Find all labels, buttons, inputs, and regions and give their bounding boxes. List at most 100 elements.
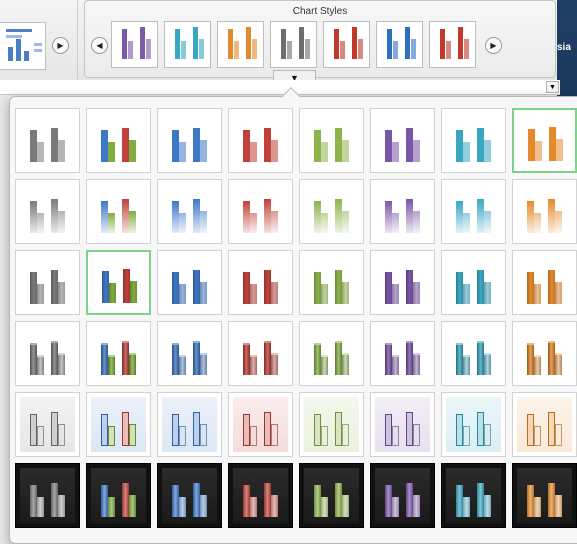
chart-style-red-shaded[interactable]: [228, 250, 293, 315]
chart-style-purple-outlined[interactable]: [370, 392, 435, 457]
styles-scroll-left-button[interactable]: ◀: [91, 37, 108, 54]
thumbnail-plot: [92, 256, 145, 309]
chart-style-red-dark[interactable]: [228, 463, 293, 528]
chart-style-blue-shaded[interactable]: [157, 250, 222, 315]
thumbnail-bar: [549, 127, 556, 161]
thumbnail-plot: [375, 184, 430, 239]
chart-style-gray-dark[interactable]: [15, 463, 80, 528]
chart-style-orange-flat[interactable]: [512, 108, 577, 173]
sheet-text-fragment: sia: [557, 42, 571, 53]
thumbnail-plot: [91, 326, 146, 381]
chart-style-multi-dark[interactable]: [86, 463, 151, 528]
chart-style-preview[interactable]: [429, 21, 476, 68]
chart-style-purple-shaded[interactable]: [370, 250, 435, 315]
formula-bar-dropdown[interactable]: ▼: [546, 81, 559, 93]
chart-style-orange-shaded[interactable]: [512, 250, 577, 315]
chart-style-teal-faded[interactable]: [441, 179, 506, 244]
thumbnail-bar: [264, 128, 271, 162]
chart-style-orange-3d[interactable]: [512, 321, 577, 386]
chart-style-blue-outlined[interactable]: [157, 392, 222, 457]
chart-style-green-faded[interactable]: [299, 179, 364, 244]
chart-style-gray-outlined[interactable]: [15, 392, 80, 457]
thumbnail-bar: [456, 201, 463, 233]
thumbnail-bar: [385, 343, 392, 375]
chart-style-teal-dark[interactable]: [441, 463, 506, 528]
chart-style-preview[interactable]: [217, 21, 264, 68]
chart-style-green-3d[interactable]: [299, 321, 364, 386]
thumbnail-bar: [58, 353, 65, 375]
chart-style-blue-flat[interactable]: [157, 108, 222, 173]
thumbnail-bar: [264, 341, 271, 375]
layouts-scroll-right-button[interactable]: ▶: [52, 37, 69, 54]
thumbnail-bar: [243, 130, 250, 162]
chart-style-multi-3d[interactable]: [86, 321, 151, 386]
chart-style-multi-shaded[interactable]: [86, 250, 151, 315]
thumbnail-bar: [264, 483, 271, 517]
thumbnail-bar: [406, 341, 413, 375]
thumbnail-bar: [484, 495, 491, 517]
thumbnail-plot: [162, 326, 217, 381]
chart-style-multi-faded[interactable]: [86, 179, 151, 244]
thumbnail-bar: [440, 29, 445, 59]
chart-style-purple-dark[interactable]: [370, 463, 435, 528]
chart-style-preview[interactable]: [111, 21, 158, 68]
thumbnail-plot: [162, 113, 217, 168]
chart-style-blue-faded[interactable]: [157, 179, 222, 244]
thumbnail-bar: [463, 213, 470, 233]
chart-style-red-faded[interactable]: [228, 179, 293, 244]
chart-style-teal-outlined[interactable]: [441, 392, 506, 457]
chart-style-purple-flat[interactable]: [370, 108, 435, 173]
thumbnail-bar: [287, 41, 292, 59]
chart-style-purple-faded[interactable]: [370, 179, 435, 244]
chart-style-gray-shaded[interactable]: [15, 250, 80, 315]
chart-style-multi-outlined[interactable]: [86, 392, 151, 457]
chart-layout-thumbnail[interactable]: [0, 22, 46, 70]
thumbnail-bar: [314, 272, 321, 304]
chart-style-red-3d[interactable]: [228, 321, 293, 386]
chart-style-green-dark[interactable]: [299, 463, 364, 528]
thumbnail-plot: [326, 26, 367, 63]
thumbnail-bar: [342, 424, 349, 446]
thumbnail-bar: [305, 39, 310, 59]
styles-scroll-right-button[interactable]: ▶: [485, 37, 502, 54]
chart-style-green-flat[interactable]: [299, 108, 364, 173]
chart-style-red-outlined[interactable]: [228, 392, 293, 457]
chart-styles-group: Chart Styles ◀ ▶: [84, 0, 556, 78]
chart-style-gray-flat[interactable]: [15, 108, 80, 173]
chart-style-preview[interactable]: [164, 21, 211, 68]
chart-style-preview[interactable]: [270, 21, 317, 68]
thumbnail-bar: [109, 283, 116, 303]
thumbnail-bar: [314, 414, 321, 446]
chart-style-multi-flat[interactable]: [86, 108, 151, 173]
chart-style-preview[interactable]: [376, 21, 423, 68]
thumbnail-bar: [200, 140, 207, 162]
chart-style-orange-faded[interactable]: [512, 179, 577, 244]
thumbnail-plot: [517, 468, 572, 523]
chart-style-gray-3d[interactable]: [15, 321, 80, 386]
thumbnail-bar: [385, 414, 392, 446]
thumbnail-bar: [58, 282, 65, 304]
thumbnail-plot: [233, 255, 288, 310]
chart-style-green-outlined[interactable]: [299, 392, 364, 457]
chart-style-teal-shaded[interactable]: [441, 250, 506, 315]
chart-style-orange-outlined[interactable]: [512, 392, 577, 457]
chart-style-teal-3d[interactable]: [441, 321, 506, 386]
chart-style-gray-faded[interactable]: [15, 179, 80, 244]
thumbnail-bar: [335, 412, 342, 446]
thumbnail-bar: [271, 424, 278, 446]
formula-bar[interactable]: ▼: [0, 80, 560, 95]
chart-style-orange-dark[interactable]: [512, 463, 577, 528]
chart-style-purple-3d[interactable]: [370, 321, 435, 386]
thumbnail-bar: [406, 270, 413, 304]
chart-style-green-shaded[interactable]: [299, 250, 364, 315]
chart-style-blue-dark[interactable]: [157, 463, 222, 528]
thumbnail-bar: [128, 41, 133, 59]
thumbnail-bar: [193, 412, 200, 446]
thumbnail-bar: [385, 201, 392, 233]
thumbnail-bar: [193, 27, 198, 59]
chart-style-teal-flat[interactable]: [441, 108, 506, 173]
chart-style-preview[interactable]: [323, 21, 370, 68]
chart-style-blue-3d[interactable]: [157, 321, 222, 386]
thumbnail-plot: [517, 397, 572, 452]
chart-style-red-flat[interactable]: [228, 108, 293, 173]
